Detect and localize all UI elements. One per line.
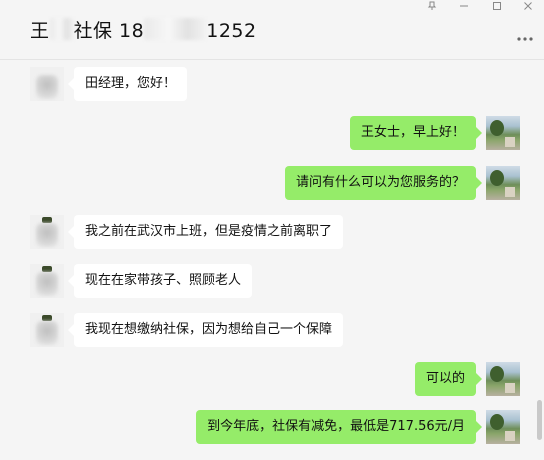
avatar-blur	[36, 272, 58, 296]
message-bubble-incoming[interactable]: 我现在想缴纳社保，因为想给自己一个保障	[67, 313, 344, 347]
redacted-name-blur	[49, 18, 74, 40]
chat-title[interactable]: 王 社保 18 1252	[30, 16, 257, 43]
contact-avatar[interactable]	[30, 313, 64, 347]
avatar-stone	[505, 187, 515, 197]
chat-title-mid: 社保 18	[73, 20, 145, 42]
avatar-tree	[490, 414, 504, 430]
message-bubble-outgoing[interactable]: 请问有什么可以为您服务的？	[284, 166, 483, 200]
message-text: 我之前在武汉市上班，但是疫情之前离职了	[85, 224, 333, 239]
avatar-tree	[490, 366, 504, 382]
contact-avatar[interactable]	[30, 264, 64, 298]
avatar-stone	[505, 137, 515, 147]
message-bubble-outgoing[interactable]: 可以的	[414, 362, 483, 396]
avatar-blur	[36, 75, 58, 99]
chat-title-prefix: 王	[30, 20, 50, 42]
avatar-blur	[36, 321, 58, 345]
message-text: 田经理，您好！	[85, 76, 177, 91]
message-bubble-incoming[interactable]: 田经理，您好！	[67, 67, 188, 101]
maximize-icon[interactable]	[488, 0, 506, 12]
message-bubble-outgoing[interactable]: 王女士，早上好！	[349, 116, 483, 150]
pin-icon[interactable]	[423, 0, 441, 12]
close-icon[interactable]	[519, 0, 537, 12]
more-icon[interactable]	[516, 27, 534, 46]
my-avatar[interactable]	[486, 166, 520, 200]
my-avatar[interactable]	[486, 362, 520, 396]
message-text: 王女士，早上好！	[360, 125, 465, 140]
chat-title-suffix: 1252	[206, 20, 257, 42]
message-text: 现在在家带孩子、照顾老人	[85, 273, 242, 288]
contact-avatar[interactable]	[30, 215, 64, 249]
message-bubble-incoming[interactable]: 我之前在武汉市上班，但是疫情之前离职了	[67, 215, 344, 249]
my-avatar[interactable]	[486, 116, 520, 150]
avatar-stone	[505, 431, 515, 441]
message-text: 我现在想缴纳社保，因为想给自己一个保障	[85, 322, 333, 337]
avatar-stone	[505, 383, 515, 393]
chat-header: 王 社保 18 1252	[0, 0, 544, 60]
message-bubble-incoming[interactable]: 现在在家带孩子、照顾老人	[67, 264, 253, 298]
scrollbar[interactable]	[537, 400, 542, 440]
my-avatar[interactable]	[486, 410, 520, 444]
avatar-tree	[490, 120, 504, 136]
message-bubble-outgoing[interactable]: 到今年底，社保有减免，最低是717.56元/月	[196, 410, 482, 444]
message-text: 到今年底，社保有减免，最低是717.56元/月	[207, 419, 465, 434]
message-list[interactable]: 田经理，您好！ 王女士，早上好！ 请问有什么可以为您服务的？ 我之前在武汉市上班…	[0, 60, 544, 460]
contact-avatar[interactable]	[30, 67, 64, 101]
redacted-phone-blur	[144, 18, 207, 40]
message-text: 请问有什么可以为您服务的？	[295, 175, 465, 190]
minimize-icon[interactable]	[455, 0, 473, 12]
avatar-blur	[36, 223, 58, 247]
message-text: 可以的	[425, 371, 465, 386]
avatar-tree	[490, 170, 504, 186]
